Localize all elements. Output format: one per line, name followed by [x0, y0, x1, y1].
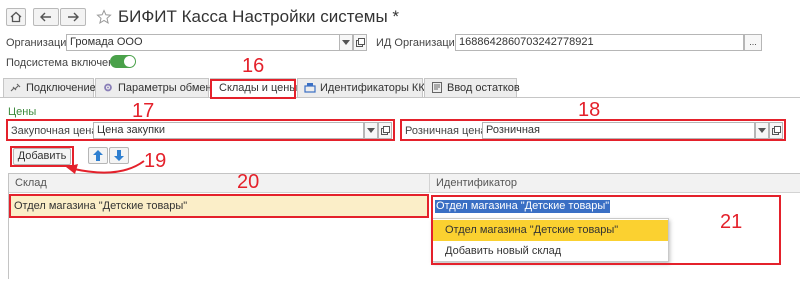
org-id-label: ИД Организации: — [376, 37, 464, 49]
window-title: БИФИТ Касса Настройки системы * — [118, 7, 400, 26]
toggle-knob — [124, 56, 135, 67]
subsystem-toggle[interactable] — [110, 55, 136, 68]
forward-button[interactable] — [60, 8, 86, 26]
tabs-baseline — [0, 97, 800, 98]
home-icon — [10, 11, 22, 23]
tab-label: Идентификаторы ККМ — [320, 82, 434, 94]
tab-label: Подключение — [26, 82, 96, 94]
favorite-star-icon[interactable] — [96, 9, 112, 25]
tab-label: Ввод остатков — [447, 82, 520, 94]
prices-section-title: Цены — [8, 106, 37, 118]
tab-label: Параметры обмена — [118, 82, 218, 94]
annotation-arrow-icon — [66, 160, 145, 174]
annotation-number: 20 — [237, 171, 260, 193]
org-field[interactable]: Громада ООО — [66, 34, 340, 51]
org-open-button[interactable] — [353, 34, 367, 51]
annotation-number: 19 — [144, 150, 167, 172]
gear-icon — [104, 83, 112, 92]
arrow-right-icon — [68, 12, 79, 22]
home-button[interactable] — [6, 8, 26, 26]
annotation-number: 16 — [242, 55, 265, 77]
annotation-box-20 — [9, 194, 429, 218]
org-label: Организация: — [6, 37, 76, 49]
back-button[interactable] — [33, 8, 59, 26]
tab-connection[interactable]: Подключение — [3, 78, 96, 97]
org-id-select-button[interactable]: ... — [744, 34, 762, 51]
cash-register-icon — [304, 83, 316, 93]
chevron-down-icon — [342, 40, 350, 45]
column-header-identifier[interactable]: Идентификатор — [429, 174, 799, 192]
annotation-box-17 — [6, 119, 395, 141]
annotation-number: 17 — [132, 100, 155, 122]
org-dropdown-button[interactable] — [339, 34, 353, 51]
annotation-box-16 — [210, 79, 296, 99]
tab-kkm-identifiers[interactable]: Идентификаторы ККМ — [297, 78, 434, 97]
annotation-box-18 — [400, 119, 786, 141]
org-id-field[interactable]: 1688642860703242778921 — [455, 34, 744, 51]
open-icon — [355, 38, 365, 47]
subsystem-label: Подсистема включена: — [6, 57, 124, 69]
annotation-number: 21 — [720, 211, 743, 233]
connection-icon — [10, 83, 21, 92]
tab-exchange-params[interactable]: Параметры обмена — [95, 78, 218, 97]
arrow-left-icon — [40, 12, 51, 22]
tab-initial-balances[interactable]: Ввод остатков — [424, 78, 520, 97]
document-icon — [432, 82, 442, 93]
annotation-number: 18 — [578, 99, 601, 121]
